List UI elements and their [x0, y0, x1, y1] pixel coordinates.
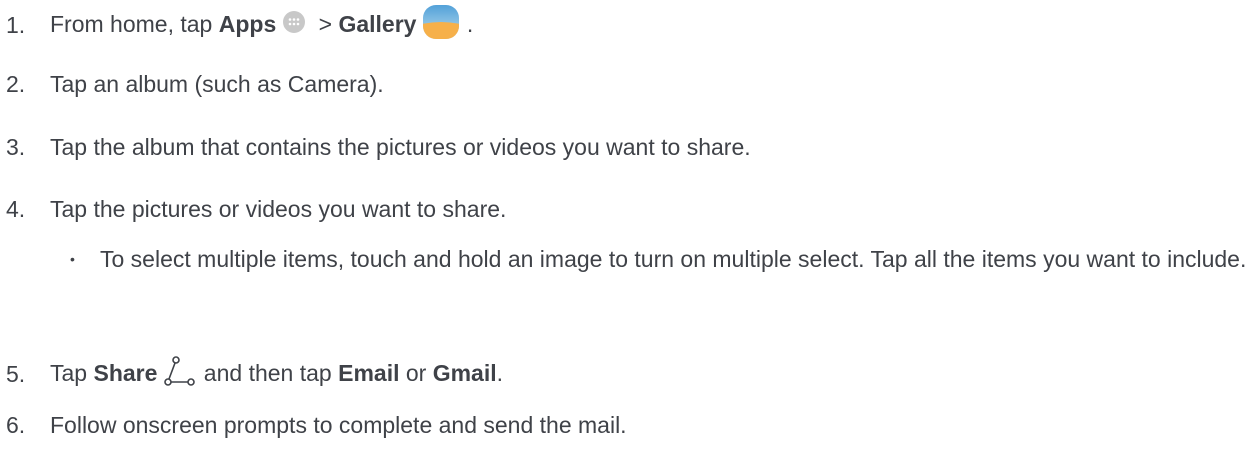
step-text-part: .: [460, 10, 474, 37]
step-text: From home, tap Apps > Gallery .: [50, 4, 473, 44]
gallery-icon: [422, 4, 460, 44]
step-number: 3.: [6, 133, 26, 160]
step-text: Tap an album (such as Camera).: [50, 70, 384, 97]
step-text: Tap the pictures or videos you want to s…: [50, 195, 507, 222]
step-number: 1.: [6, 12, 26, 38]
share-label: Share: [93, 359, 158, 386]
step-text: Tap Share and then tap Email or Gmail .: [50, 355, 503, 391]
step-text-part: .: [496, 359, 504, 386]
bullet-icon: •: [70, 251, 75, 267]
step-number: 6.: [6, 411, 26, 438]
sub-bullet-text: To select multiple items, touch and hold…: [100, 246, 1247, 272]
step-number: 5.: [6, 361, 26, 387]
email-label: Email: [338, 359, 400, 386]
step-text-part: >: [312, 10, 339, 37]
step-number: 2.: [6, 70, 26, 97]
gmail-label: Gmail: [432, 359, 497, 386]
step-text-part: From home, tap: [50, 10, 219, 37]
step-text: Follow onscreen prompts to complete and …: [50, 411, 627, 438]
gallery-label: Gallery: [338, 10, 417, 37]
step-text-part: and then tap: [197, 359, 339, 386]
apps-label: Apps: [218, 10, 277, 37]
step-text: Tap the album that contains the pictures…: [50, 133, 751, 160]
step-text-part: or: [399, 359, 433, 386]
step-text-part: Tap: [50, 359, 94, 386]
apps-icon: [282, 10, 306, 38]
step-number: 4.: [6, 195, 26, 222]
share-icon: [163, 355, 197, 391]
